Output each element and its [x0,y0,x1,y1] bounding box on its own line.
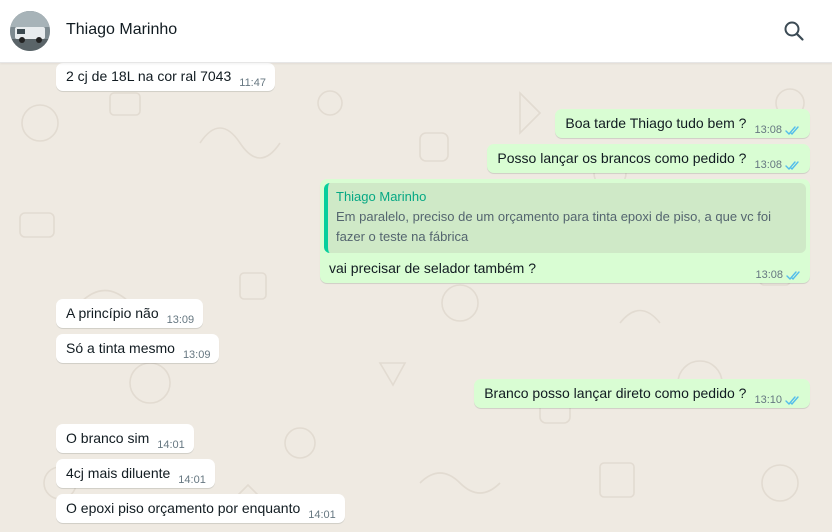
message-time: 13:08 [754,124,782,136]
message-time: 13:09 [182,349,211,361]
message-meta: 13:08 [754,124,801,136]
message-meta: 13:09 [183,349,211,361]
message-outgoing[interactable]: Posso lançar os brancos como pedido ? 13:… [487,144,810,173]
message-incoming[interactable]: A princípio não 13:09 [56,299,204,328]
message-time: 14:01 [308,509,336,521]
message-incoming[interactable]: 4cj mais diluente 14:01 [56,459,215,488]
message-time: 13:10 [754,394,782,406]
message-meta: 14:01 [308,509,336,521]
message-text: O branco sim [66,430,150,446]
search-button[interactable] [782,19,806,43]
message-incoming[interactable]: 2 cj de 18L na cor ral 7043 11:47 [56,63,275,91]
message-text: O epoxi piso orçamento por enquanto [66,500,301,516]
message-outgoing[interactable]: Branco posso lançar direto como pedido ?… [474,379,810,408]
message-meta: 13:09 [167,314,195,326]
double-check-icon [786,270,800,280]
double-check-icon [785,395,799,405]
message-text: 2 cj de 18L na cor ral 7043 [66,68,232,84]
message-time: 13:08 [755,269,783,281]
message-text: A princípio não [66,305,159,321]
message-time: 13:09 [166,314,195,326]
message-incoming[interactable]: O epoxi piso orçamento por enquanto 14:01 [56,494,345,523]
message-text: vai precisar de selador também ? [329,260,536,276]
message-text: Só a tinta mesmo [66,340,175,356]
double-check-icon [785,125,799,135]
message-time: 14:01 [178,474,206,486]
double-check-icon [785,160,799,170]
quoted-author: Thiago Marinho [336,189,427,204]
message-meta: 14:01 [178,474,206,486]
quoted-message[interactable]: Thiago Marinho Em paralelo, preciso de u… [324,183,806,253]
message-meta: 13:10 [754,394,801,406]
message-time: 11:47 [239,77,266,89]
message-text: Posso lançar os brancos como pedido ? [497,150,747,166]
contact-name[interactable]: Thiago Marinho [66,21,177,39]
chat-area[interactable]: 2 cj de 18L na cor ral 7043 11:47 Boa tar… [0,63,832,532]
message-outgoing[interactable]: Boa tarde Thiago tudo bem ? 13:08 [555,109,810,138]
reply-body: vai precisar de selador também ? 13:08 [324,260,806,281]
contact-avatar[interactable] [10,11,50,51]
message-incoming[interactable]: Só a tinta mesmo 13:09 [56,334,220,363]
message-meta: 13:08 [755,269,802,281]
chat-header: Thiago Marinho [0,0,832,63]
quoted-text: Em paralelo, preciso de um orçamento par… [336,209,772,244]
message-text: Branco posso lançar direto como pedido ? [484,385,747,401]
message-outgoing-reply[interactable]: Thiago Marinho Em paralelo, preciso de u… [320,179,810,283]
message-time: 13:08 [754,159,782,171]
message-meta: 14:01 [157,439,185,451]
contact-photo-icon [10,11,50,51]
message-incoming[interactable]: O branco sim 14:01 [56,424,194,453]
message-text: Boa tarde Thiago tudo bem ? [565,115,747,131]
message-meta: 13:08 [754,159,801,171]
message-time: 14:01 [157,439,185,451]
search-icon [784,21,804,41]
message-meta: 11:47 [239,77,266,89]
message-text: 4cj mais diluente [66,465,171,481]
